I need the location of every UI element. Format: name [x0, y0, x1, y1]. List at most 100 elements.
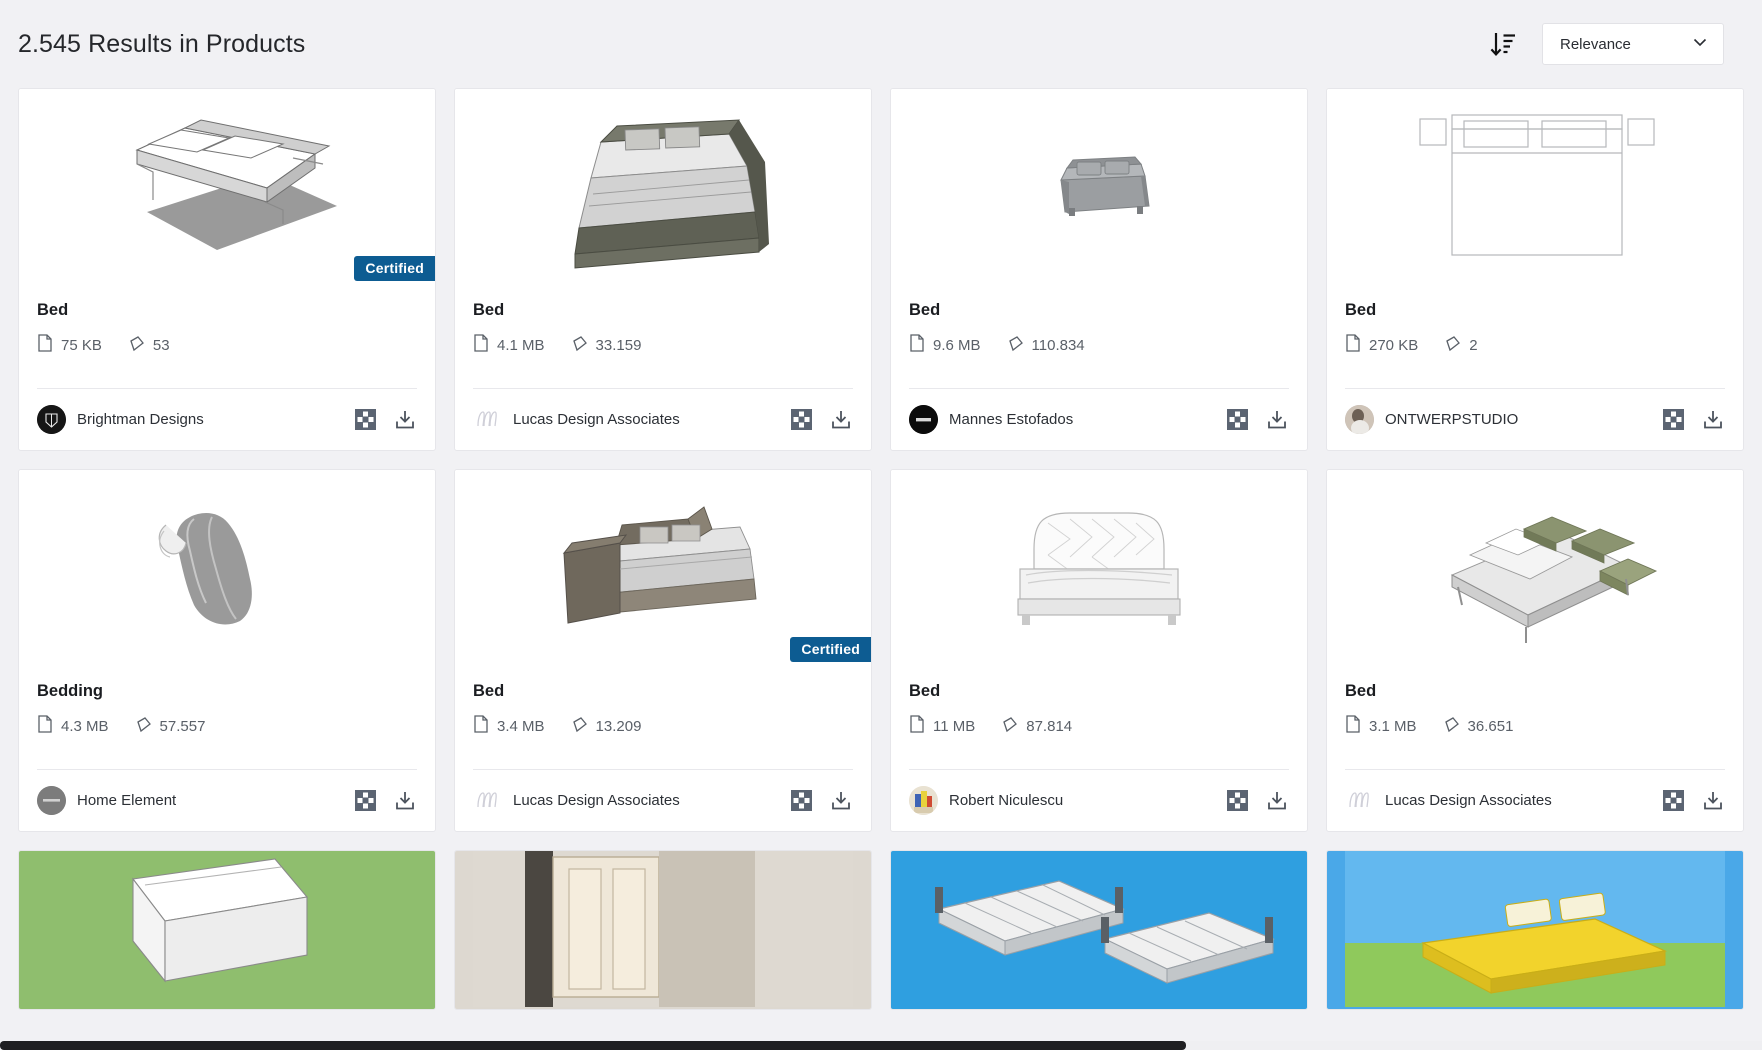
product-card[interactable]: [890, 850, 1308, 1010]
polygon-icon: [1007, 335, 1024, 356]
product-card[interactable]: Bed 270 KB 2 ONTWERPSTUDIO: [1326, 88, 1744, 451]
ar-marker-icon[interactable]: [789, 789, 813, 813]
card-actions: [1661, 789, 1725, 813]
avatar: [1345, 786, 1374, 815]
file-size-meta: 75 KB: [37, 334, 102, 356]
avatar: [473, 786, 502, 815]
product-thumbnail[interactable]: Certified: [455, 470, 871, 670]
product-card[interactable]: Certified Bed 3.4 MB 13.209 Lucas Design…: [454, 469, 872, 832]
product-meta: 9.6 MB 110.834: [909, 334, 1289, 356]
author-name: Lucas Design Associates: [513, 792, 680, 809]
download-icon[interactable]: [393, 408, 417, 432]
polygon-icon: [1001, 716, 1018, 737]
polygon-count-meta: 57.557: [135, 716, 205, 737]
sort-controls: Relevance: [1482, 23, 1744, 65]
product-thumbnail[interactable]: [455, 89, 871, 289]
product-title: Bedding: [37, 682, 103, 700]
author-link[interactable]: Mannes Estofados: [909, 405, 1073, 434]
product-thumbnail[interactable]: [891, 851, 1307, 1009]
product-card[interactable]: [18, 850, 436, 1010]
author-link[interactable]: Lucas Design Associates: [473, 786, 680, 815]
card-actions: [789, 789, 853, 813]
avatar: [37, 405, 66, 434]
download-icon[interactable]: [393, 789, 417, 813]
file-size-value: 4.1 MB: [497, 336, 545, 354]
download-icon[interactable]: [1701, 408, 1725, 432]
product-thumbnail[interactable]: [1327, 470, 1743, 670]
file-icon: [473, 334, 489, 356]
polygon-count-meta: 2: [1444, 335, 1478, 356]
sort-select[interactable]: Relevance: [1542, 23, 1724, 65]
card-body: Bed 3.4 MB 13.209: [455, 670, 871, 769]
ar-marker-icon[interactable]: [1225, 408, 1249, 432]
product-card[interactable]: Bed 11 MB 87.814 Robert Niculescu: [890, 469, 1308, 832]
product-thumbnail[interactable]: [19, 470, 435, 670]
download-icon[interactable]: [1265, 789, 1289, 813]
file-icon: [473, 715, 489, 737]
product-card[interactable]: Bed 9.6 MB 110.834 Mannes Estofados: [890, 88, 1308, 451]
author-link[interactable]: Robert Niculescu: [909, 786, 1063, 815]
file-icon: [909, 334, 925, 356]
product-thumbnail[interactable]: Certified: [19, 89, 435, 289]
download-icon[interactable]: [829, 408, 853, 432]
ar-marker-icon[interactable]: [1225, 789, 1249, 813]
polygon-count-meta: 87.814: [1001, 716, 1072, 737]
product-meta: 4.1 MB 33.159: [473, 334, 853, 356]
card-footer: Lucas Design Associates: [473, 388, 853, 450]
avatar: [1345, 405, 1374, 434]
download-icon[interactable]: [1265, 408, 1289, 432]
download-icon[interactable]: [1701, 789, 1725, 813]
ar-marker-icon[interactable]: [353, 408, 377, 432]
ar-marker-icon[interactable]: [789, 408, 813, 432]
author-link[interactable]: Home Element: [37, 786, 176, 815]
polygon-count-meta: 33.159: [571, 335, 641, 356]
author-name: Robert Niculescu: [949, 792, 1064, 809]
sort-select-value: Relevance: [1560, 35, 1631, 53]
product-card[interactable]: [454, 850, 872, 1010]
card-body: Bedding 4.3 MB 57.557: [19, 670, 435, 769]
ar-marker-icon[interactable]: [1661, 408, 1685, 432]
product-thumbnail[interactable]: [455, 851, 871, 1009]
author-link[interactable]: Lucas Design Associates: [473, 405, 680, 434]
download-icon[interactable]: [829, 789, 853, 813]
product-thumbnail[interactable]: [1327, 851, 1743, 1009]
product-title: Bed: [909, 682, 941, 700]
polygon-count-value: 110.834: [1031, 336, 1085, 354]
product-card[interactable]: [1326, 850, 1744, 1010]
author-name: ONTWERPSTUDIO: [1385, 411, 1519, 428]
polygon-count-meta: 53: [128, 335, 170, 356]
polygon-count-meta: 13.209: [571, 716, 642, 737]
status-badge: Certified: [354, 256, 435, 281]
author-link[interactable]: Brightman Designs: [37, 405, 204, 434]
product-thumbnail[interactable]: [891, 89, 1307, 289]
card-footer: Brightman Designs: [37, 388, 417, 450]
card-actions: [353, 408, 417, 432]
ar-marker-icon[interactable]: [1661, 789, 1685, 813]
author-link[interactable]: ONTWERPSTUDIO: [1345, 405, 1518, 434]
product-card[interactable]: Bed 4.1 MB 33.159 Lucas Design Associate…: [454, 88, 872, 451]
file-icon: [909, 715, 925, 737]
card-body: Bed 75 KB 53: [19, 289, 435, 388]
product-thumbnail[interactable]: [1327, 89, 1743, 289]
polygon-count-meta: 36.651: [1443, 716, 1513, 737]
file-size-value: 11 MB: [933, 717, 976, 735]
product-card[interactable]: Certified Bed 75 KB 53 Brightman Designs: [18, 88, 436, 451]
product-thumbnail[interactable]: [19, 851, 435, 1009]
polygon-count-value: 13.209: [595, 717, 642, 735]
file-size-meta: 4.3 MB: [37, 715, 109, 737]
product-meta: 4.3 MB 57.557: [37, 715, 417, 737]
file-size-meta: 3.4 MB: [473, 715, 545, 737]
product-card[interactable]: Bedding 4.3 MB 57.557 Home Element: [18, 469, 436, 832]
avatar: [37, 786, 66, 815]
author-name: Lucas Design Associates: [513, 411, 680, 428]
product-title: Bed: [473, 301, 505, 319]
product-thumbnail[interactable]: [891, 470, 1307, 670]
product-card[interactable]: Bed 3.1 MB 36.651 Lucas Design Associate…: [1326, 469, 1744, 832]
author-link[interactable]: Lucas Design Associates: [1345, 786, 1552, 815]
card-actions: [1225, 789, 1289, 813]
file-size-value: 3.1 MB: [1369, 717, 1417, 735]
scrollbar-thumb[interactable]: [0, 1041, 1186, 1050]
sort-descending-icon[interactable]: [1482, 23, 1524, 65]
ar-marker-icon[interactable]: [353, 789, 377, 813]
horizontal-scrollbar[interactable]: [0, 1041, 1762, 1050]
